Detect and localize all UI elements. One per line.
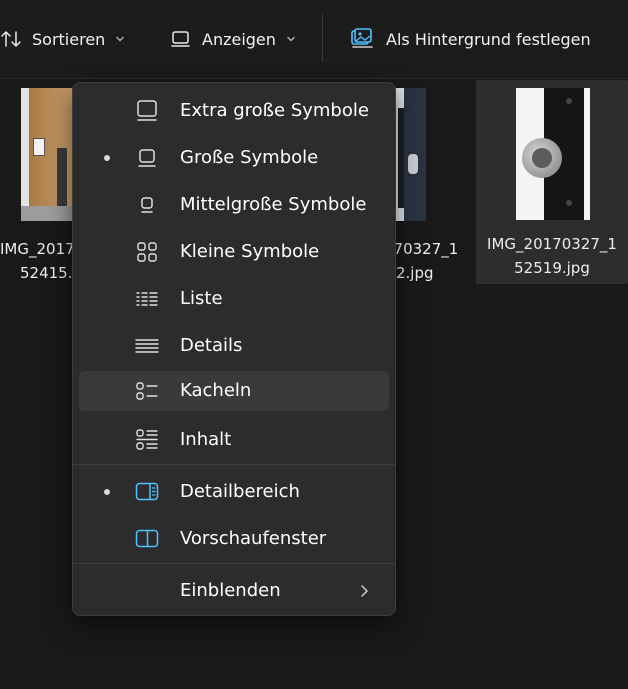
file-name-line: 52519.jpg <box>514 259 590 277</box>
set-background-label: Als Hintergrund festlegen <box>386 29 591 49</box>
file-name-line: 2.jpg <box>396 264 434 282</box>
list-icon <box>135 288 159 310</box>
details-pane-icon <box>135 481 159 503</box>
command-bar: Sortieren Anzeigen Als Hintergrund festl… <box>0 0 628 79</box>
menu-item-details-pane[interactable]: Detailbereich <box>79 472 389 512</box>
checked-dot-icon <box>104 489 110 495</box>
menu-item-label: Kleine Symbole <box>180 241 320 262</box>
menu-item-tiles[interactable]: Kacheln <box>79 371 389 411</box>
content-icon <box>135 429 159 451</box>
preview-pane-icon <box>135 528 159 550</box>
checked-dot-icon <box>104 155 110 161</box>
sort-icon <box>0 28 22 50</box>
view-button[interactable]: Anzeigen <box>170 0 296 78</box>
details-icon <box>135 335 159 357</box>
monitor-xl-icon <box>135 100 159 122</box>
menu-item-label: Extra große Symbole <box>180 100 369 121</box>
file-thumbnail <box>394 88 426 221</box>
menu-item-label: Kacheln <box>180 380 252 401</box>
file-thumbnail <box>21 88 73 221</box>
menu-item-show-submenu[interactable]: Einblenden <box>79 571 389 611</box>
toolbar-separator <box>322 14 323 62</box>
menu-item-label: Details <box>180 335 243 356</box>
sort-label: Sortieren <box>32 29 106 49</box>
monitor-icon <box>170 28 192 50</box>
chevron-down-icon <box>286 34 296 44</box>
small-icons-grid-icon <box>135 241 159 263</box>
set-background-button[interactable]: Als Hintergrund festlegen <box>350 0 591 78</box>
menu-item-label: Einblenden <box>180 580 281 601</box>
menu-item-preview-pane[interactable]: Vorschaufenster <box>79 519 389 559</box>
menu-item-label: Inhalt <box>180 429 232 450</box>
menu-item-label: Vorschaufenster <box>180 528 327 549</box>
file-name-line: 52415. <box>20 264 73 282</box>
menu-item-label: Liste <box>180 288 223 309</box>
view-label: Anzeigen <box>202 29 276 49</box>
menu-separator <box>73 563 395 564</box>
chevron-right-icon <box>357 583 371 603</box>
view-dropdown-menu: Extra große Symbole Große Symbole Mittel… <box>72 82 396 616</box>
menu-item-extra-large-icons[interactable]: Extra große Symbole <box>79 91 389 131</box>
menu-item-large-icons[interactable]: Große Symbole <box>79 138 389 178</box>
menu-item-list[interactable]: Liste <box>79 279 389 319</box>
menu-separator <box>73 464 395 465</box>
file-thumbnail <box>516 88 590 220</box>
file-name-line: IMG_20170327_1 <box>487 235 617 253</box>
menu-item-content[interactable]: Inhalt <box>79 420 389 460</box>
menu-item-details[interactable]: Details <box>79 326 389 366</box>
monitor-medium-icon <box>135 194 159 216</box>
menu-item-label: Große Symbole <box>180 147 319 168</box>
chevron-down-icon <box>115 34 125 44</box>
file-name-line: IMG_2017 <box>0 240 75 258</box>
menu-item-small-icons[interactable]: Kleine Symbole <box>79 232 389 272</box>
menu-item-medium-icons[interactable]: Mittelgroße Symbole <box>79 185 389 225</box>
tiles-icon <box>135 380 159 402</box>
wallpaper-icon <box>350 27 376 51</box>
sort-button[interactable]: Sortieren <box>0 0 125 78</box>
file-tile-selected[interactable]: IMG_20170327_1 52519.jpg <box>476 80 628 284</box>
menu-item-label: Detailbereich <box>180 481 300 502</box>
menu-item-label: Mittelgroße Symbole <box>180 194 367 215</box>
monitor-large-icon <box>135 147 159 169</box>
